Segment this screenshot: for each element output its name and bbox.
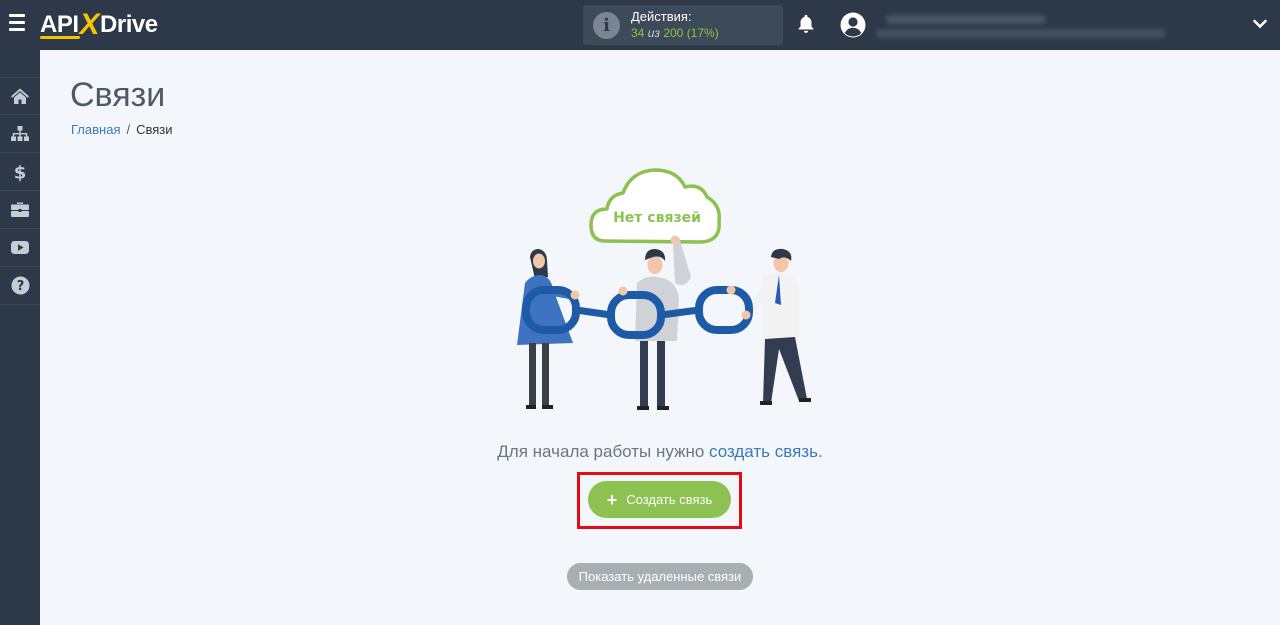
- briefcase-icon: [11, 202, 29, 217]
- bell-icon[interactable]: [795, 13, 817, 35]
- help-icon: ?: [11, 276, 29, 295]
- actions-used: 34: [631, 26, 645, 40]
- actions-total: 200: [663, 26, 684, 40]
- create-connection-link[interactable]: создать связь: [709, 442, 818, 461]
- sidebar-item-video[interactable]: [0, 229, 40, 267]
- plus-icon: +: [606, 489, 618, 510]
- cta-prefix: Для начала работы нужно: [497, 442, 710, 461]
- logo-underline: [40, 36, 80, 39]
- breadcrumb-current: Связи: [136, 122, 173, 137]
- create-connection-button[interactable]: + Создать связь: [588, 481, 731, 518]
- svg-text:?: ?: [16, 279, 24, 294]
- youtube-icon: [11, 241, 29, 254]
- create-connection-label: Создать связь: [626, 492, 713, 507]
- show-deleted-connections-button[interactable]: Показать удаленные связи: [567, 563, 753, 590]
- person-right: [745, 248, 811, 405]
- actions-counter[interactable]: i Действия: 34 из 200 (17%): [583, 5, 783, 45]
- info-icon: i: [593, 12, 620, 39]
- actions-title: Действия:: [631, 9, 692, 24]
- user-avatar-icon[interactable]: [840, 12, 866, 38]
- page-title: Связи: [70, 76, 166, 114]
- empty-state-illustration: Нет связей: [517, 168, 811, 410]
- sitemap-icon: [11, 125, 29, 141]
- sidebar-item-help[interactable]: ?: [0, 267, 40, 305]
- cloud-shape: [589, 168, 721, 244]
- actions-of: из: [647, 26, 660, 40]
- cta-suffix: .: [817, 442, 823, 461]
- svg-text:$: $: [14, 162, 27, 182]
- cloud-text: Нет связей: [613, 210, 701, 226]
- actions-count: 34 из 200 (17%): [631, 26, 719, 40]
- logo-api: API: [40, 11, 79, 38]
- actions-percent: (17%): [686, 26, 719, 40]
- sidebar-item-connections[interactable]: [0, 115, 40, 153]
- sidebar-item-billing[interactable]: $: [0, 153, 40, 191]
- sidebar-item-tools[interactable]: [0, 191, 40, 229]
- breadcrumb: Главная / Связи: [71, 122, 173, 137]
- empty-state-message: Для начала работы нужно создать связь.: [0, 442, 1280, 462]
- sidebar-item-home[interactable]: [0, 77, 40, 115]
- breadcrumb-home-link[interactable]: Главная: [71, 122, 120, 137]
- breadcrumb-separator: /: [126, 122, 131, 137]
- sidebar: $ ?: [0, 50, 40, 625]
- dollar-icon: $: [14, 162, 27, 182]
- menu-icon[interactable]: [9, 14, 31, 34]
- home-icon: [11, 88, 29, 104]
- logo-drive: Drive: [100, 11, 158, 38]
- chevron-down-icon[interactable]: [1252, 16, 1268, 32]
- logo-x: X: [79, 8, 100, 41]
- top-bar: API X Drive i Действия: 34 из 200 (17%): [0, 0, 1280, 50]
- user-info-blurred[interactable]: [876, 13, 1176, 39]
